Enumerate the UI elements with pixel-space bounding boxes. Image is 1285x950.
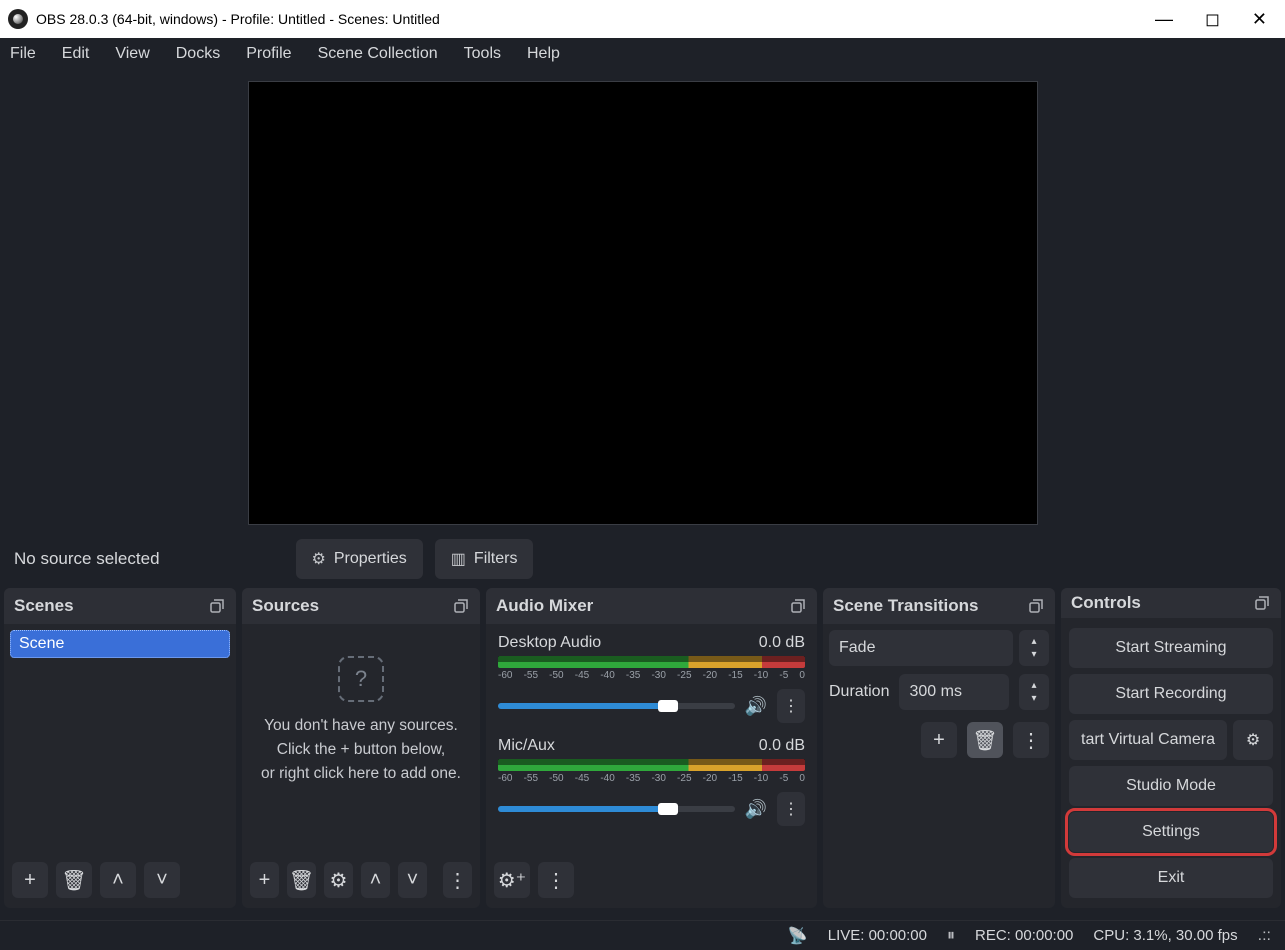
meter-ticks: -60-55-50-45-40-35-30-25-20-15-10-50 [498,670,805,681]
source-properties-button[interactable]: ⚙ [324,862,353,898]
scene-item[interactable]: Scene [10,630,230,658]
menu-file[interactable]: File [10,45,36,63]
add-scene-button[interactable]: + [12,862,48,898]
audio-meter [498,759,805,771]
transition-menu-button[interactable]: ⋮ [1013,722,1049,758]
sources-title: Sources [252,596,319,616]
chevron-up-icon: ▴ [1031,680,1036,691]
pause-icon: ⏸ [947,927,955,945]
mixer-advanced-button[interactable]: ⚙⁺ [494,862,530,898]
close-icon[interactable]: ✕ [1252,10,1267,28]
move-source-up-button[interactable]: ˄ [361,862,390,898]
transition-select-spinner[interactable]: ▴ ▾ [1019,630,1049,666]
remove-source-button[interactable]: 🗑 [287,862,316,898]
chevron-down-icon: ▾ [1031,693,1036,704]
settings-button[interactable]: Settings [1069,812,1273,852]
resize-grip-icon[interactable]: .:: [1258,927,1271,945]
scenes-title: Scenes [14,596,74,616]
mixer-channel-db: 0.0 dB [759,737,805,755]
menu-tools[interactable]: Tools [464,45,501,63]
transition-select[interactable]: Fade [829,630,1013,666]
chevron-down-icon: ▾ [1031,649,1036,660]
exit-button[interactable]: Exit [1069,858,1273,898]
maximize-icon[interactable]: ◻ [1205,10,1220,28]
move-scene-up-button[interactable]: ˄ [100,862,136,898]
mixer-channel: Mic/Aux 0.0 dB -60-55-50-45-40-35-30-25-… [492,733,811,836]
filters-button[interactable]: ▥ Filters [435,539,534,579]
volume-slider[interactable] [498,806,735,812]
controls-dock: Controls Start Streaming Start Recording… [1061,588,1281,908]
filters-label: Filters [474,550,518,568]
transitions-title: Scene Transitions [833,596,979,616]
start-streaming-button[interactable]: Start Streaming [1069,628,1273,668]
mixer-channel: Desktop Audio 0.0 dB -60-55-50-45-40-35-… [492,630,811,733]
scenes-dock: Scenes Scene + 🗑 ˄ ˅ [4,588,236,908]
remove-scene-button[interactable]: 🗑 [56,862,92,898]
move-source-down-button[interactable]: ˅ [398,862,427,898]
gear-icon: ⚙ [312,549,326,569]
add-source-button[interactable]: + [250,862,279,898]
sources-empty-icon: ? [338,656,384,702]
dock-popout-icon[interactable] [208,597,226,615]
start-recording-button[interactable]: Start Recording [1069,674,1273,714]
duration-spinner[interactable]: ▴ ▾ [1019,674,1049,710]
mixer-title: Audio Mixer [496,596,593,616]
scene-transitions-dock: Scene Transitions Fade ▴ ▾ Duration 300 … [823,588,1055,908]
properties-label: Properties [334,550,407,568]
status-rec: REC: 00:00:00 [975,927,1073,944]
minimize-icon[interactable]: — [1155,10,1173,28]
virtual-camera-settings-button[interactable]: ⚙ [1233,720,1273,760]
menu-help[interactable]: Help [527,45,560,63]
filters-icon: ▥ [451,549,466,569]
dock-popout-icon[interactable] [1027,597,1045,615]
window-title: OBS 28.0.3 (64-bit, windows) - Profile: … [36,11,440,27]
duration-label: Duration [829,683,889,701]
menu-profile[interactable]: Profile [246,45,291,63]
duration-input[interactable]: 300 ms [899,674,1009,710]
start-virtual-camera-button[interactable]: tart Virtual Camera [1069,720,1227,760]
sources-empty-text: You don't have any sources. Click the + … [248,714,474,786]
dock-popout-icon[interactable] [452,597,470,615]
mixer-channel-name: Desktop Audio [498,634,601,652]
duration-value: 300 ms [909,683,961,701]
audio-meter [498,656,805,668]
add-transition-button[interactable]: + [921,722,957,758]
broadcast-icon: 📡 [788,926,808,946]
menu-edit[interactable]: Edit [62,45,90,63]
status-cpu: CPU: 3.1%, 30.00 fps [1093,927,1237,944]
dock-popout-icon[interactable] [789,597,807,615]
move-scene-down-button[interactable]: ˅ [144,862,180,898]
studio-mode-button[interactable]: Studio Mode [1069,766,1273,806]
mixer-menu-button[interactable]: ⋮ [538,862,574,898]
source-status-text: No source selected [14,549,160,569]
properties-button[interactable]: ⚙ Properties [296,539,423,579]
preview-canvas[interactable] [248,81,1038,525]
speaker-icon[interactable]: 🔊 [745,799,767,820]
transition-selected-value: Fade [839,639,875,657]
titlebar: OBS 28.0.3 (64-bit, windows) - Profile: … [0,0,1285,38]
statusbar: 📡 LIVE: 00:00:00 ⏸ REC: 00:00:00 CPU: 3.… [0,920,1285,950]
mixer-channel-db: 0.0 dB [759,634,805,652]
menu-scene-collection[interactable]: Scene Collection [318,45,438,63]
preview-area [0,70,1285,530]
source-more-button[interactable]: ⋮ [443,862,472,898]
context-bar: No source selected ⚙ Properties ▥ Filter… [0,530,1285,588]
menu-docks[interactable]: Docks [176,45,220,63]
controls-title: Controls [1071,593,1141,613]
chevron-up-icon: ▴ [1031,636,1036,647]
status-live: LIVE: 00:00:00 [828,927,927,944]
mixer-channel-menu-button[interactable]: ⋮ [777,689,805,723]
meter-ticks: -60-55-50-45-40-35-30-25-20-15-10-50 [498,773,805,784]
sources-dock: Sources ? You don't have any sources. Cl… [242,588,480,908]
mixer-channel-name: Mic/Aux [498,737,555,755]
remove-transition-button[interactable]: 🗑 [967,722,1003,758]
menu-view[interactable]: View [115,45,149,63]
dock-popout-icon[interactable] [1253,594,1271,612]
menubar: File Edit View Docks Profile Scene Colle… [0,38,1285,70]
obs-app-icon [8,9,28,29]
audio-mixer-dock: Audio Mixer Desktop Audio 0.0 dB -60-55-… [486,588,817,908]
volume-slider[interactable] [498,703,735,709]
speaker-icon[interactable]: 🔊 [745,696,767,717]
mixer-channel-menu-button[interactable]: ⋮ [777,792,805,826]
